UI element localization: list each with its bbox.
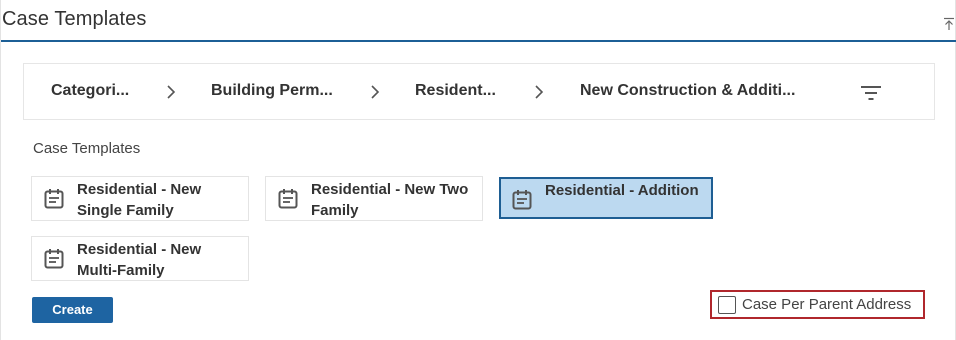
templates-section-label: Case Templates xyxy=(33,140,141,157)
panel-header: Case Templates xyxy=(1,0,956,42)
panel-title: Case Templates xyxy=(2,8,147,30)
template-card-residential-addition[interactable]: Residential - Addition xyxy=(499,177,713,219)
calendar-icon xyxy=(512,189,532,211)
case-per-parent-address-label: Case Per Parent Address xyxy=(742,296,912,313)
case-per-parent-address-option[interactable]: Case Per Parent Address xyxy=(710,290,925,319)
template-card-residential-new-single-family[interactable]: Residential - New Single Family xyxy=(31,176,249,221)
calendar-icon xyxy=(44,188,64,210)
case-per-parent-address-checkbox[interactable] xyxy=(718,296,736,314)
filter-icon[interactable] xyxy=(860,83,882,103)
template-label: Residential - New Two Family xyxy=(311,181,469,219)
chevron-right-icon xyxy=(534,84,544,100)
case-templates-panel: Case Templates Categori... Building Perm… xyxy=(0,0,956,340)
collapse-up-icon[interactable] xyxy=(943,17,955,31)
calendar-icon xyxy=(44,248,64,270)
breadcrumb-item-new-construction[interactable]: New Construction & Additi... xyxy=(580,82,795,100)
calendar-icon xyxy=(278,188,298,210)
breadcrumb-item-categories[interactable]: Categori... xyxy=(51,82,129,100)
template-label: Residential - New Multi-Family xyxy=(77,241,202,279)
create-button[interactable]: Create xyxy=(32,297,113,323)
chevron-right-icon xyxy=(370,84,380,100)
template-label: Residential - New Single Family xyxy=(77,181,202,219)
template-card-residential-new-multi-family[interactable]: Residential - New Multi-Family xyxy=(31,236,249,281)
breadcrumb-item-residential[interactable]: Resident... xyxy=(415,82,496,100)
chevron-right-icon xyxy=(166,84,176,100)
template-card-residential-new-two-family[interactable]: Residential - New Two Family xyxy=(265,176,483,221)
breadcrumb: Categori... Building Perm... Resident...… xyxy=(23,63,935,120)
breadcrumb-item-building-permits[interactable]: Building Perm... xyxy=(211,82,333,100)
template-label: Residential - Addition xyxy=(545,182,699,199)
